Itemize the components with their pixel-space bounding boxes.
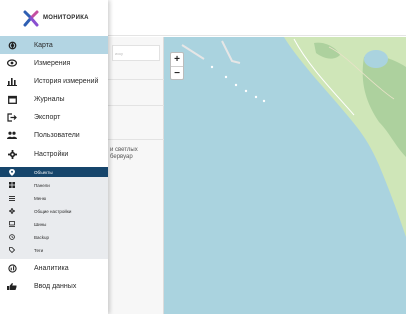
zoom-control: + −: [170, 52, 184, 80]
submenu-item-label: Панели: [34, 182, 50, 188]
submenu-item-general-settings[interactable]: Общие настройки: [0, 206, 108, 216]
panel-divider: [108, 139, 164, 140]
brand-name: МОНИТОРИКА: [43, 15, 89, 21]
buoy: [224, 75, 228, 79]
zoom-in-button[interactable]: +: [171, 53, 183, 66]
submenu-item-tags[interactable]: Теги: [0, 245, 108, 255]
description-line: бервуар: [110, 154, 133, 160]
brand-logo[interactable]: МОНИТОРИКА: [0, 0, 108, 36]
sidebar: МОНИТОРИКА Карта Измерения История измер…: [0, 0, 108, 314]
gear-icon: [0, 208, 24, 214]
gear-icon: [0, 149, 24, 159]
submenu-item-label: Меню: [34, 195, 47, 201]
users-icon: [0, 131, 24, 139]
panel-object-description[interactable]: и светлых бервуар: [110, 147, 164, 161]
zoom-out-button[interactable]: −: [171, 66, 183, 79]
hand-pointer-icon: [0, 282, 24, 290]
buoy: [210, 65, 214, 69]
menu-item-label: Экспорт: [34, 113, 61, 121]
tag-icon: [0, 247, 24, 253]
menu-item-export[interactable]: Экспорт: [0, 108, 108, 126]
buoy: [254, 95, 258, 99]
logo-icon: [23, 10, 39, 27]
pier: [181, 44, 205, 60]
backup-icon: [0, 234, 24, 240]
location-icon: [0, 168, 24, 176]
submenu-item-menu[interactable]: Меню: [0, 193, 108, 203]
submenu-item-label: Backup: [34, 234, 50, 240]
menu-item-journals[interactable]: Журналы: [0, 90, 108, 108]
map-view[interactable]: [164, 37, 406, 314]
menu-item-map[interactable]: Карта: [0, 36, 108, 54]
menu-item-label: Журналы: [34, 95, 65, 103]
buoy: [244, 89, 248, 93]
submenu-item-label: Теги: [34, 247, 44, 253]
app-window: иску и светлых бервуар + − МОНИТОРИКА Ка…: [0, 0, 406, 314]
map-tiles: [181, 37, 406, 237]
menu-icon: [0, 195, 24, 201]
calendar-icon: [0, 95, 24, 104]
panel-divider: [108, 105, 164, 106]
menu-item-label: Измерения: [34, 59, 71, 67]
menu-item-analytics[interactable]: Аналитика: [0, 259, 108, 277]
menu-item-data-entry[interactable]: Ввод данных: [0, 277, 108, 295]
submenu-item-backup[interactable]: Backup: [0, 232, 108, 242]
panel-divider: [108, 79, 164, 80]
search-input[interactable]: иску: [112, 45, 160, 61]
menu-item-measurements[interactable]: Измерения: [0, 54, 108, 72]
menu-item-settings[interactable]: Настройки: [0, 145, 108, 163]
menu-item-users[interactable]: Пользователи: [0, 126, 108, 144]
buoy: [262, 99, 266, 103]
map-pin-icon: [0, 41, 24, 50]
menu-item-label: История измерений: [34, 77, 99, 85]
submenu-item-buses[interactable]: Шины: [0, 219, 108, 229]
submenu-item-panels[interactable]: Панели: [0, 180, 108, 190]
pier: [221, 40, 241, 64]
menu-item-label: Карта: [34, 41, 53, 49]
eye-icon: [0, 59, 24, 67]
submenu-item-label: Шины: [34, 221, 47, 227]
submenu-item-label: Объекты: [34, 169, 53, 175]
lake: [364, 50, 388, 68]
settings-submenu: Объекты Панели Меню Общие настройки Шины…: [0, 167, 108, 259]
bus-icon: [0, 221, 24, 227]
menu-item-label: Аналитика: [34, 264, 69, 272]
export-icon: [0, 112, 24, 122]
analytics-icon: [0, 263, 24, 273]
buoy: [234, 83, 238, 87]
menu-item-label: Настройки: [34, 150, 69, 158]
dashboard-icon: [0, 182, 24, 188]
menu-item-label: Пользователи: [34, 131, 80, 139]
bar-chart-icon: [0, 77, 24, 86]
submenu-item-label: Общие настройки: [34, 208, 72, 214]
description-line: и светлых: [110, 147, 138, 153]
objects-panel: иску и светлых бервуар: [108, 37, 164, 314]
menu-item-label: Ввод данных: [34, 282, 77, 290]
menu-item-history[interactable]: История измерений: [0, 72, 108, 90]
submenu-item-objects[interactable]: Объекты: [0, 167, 108, 177]
